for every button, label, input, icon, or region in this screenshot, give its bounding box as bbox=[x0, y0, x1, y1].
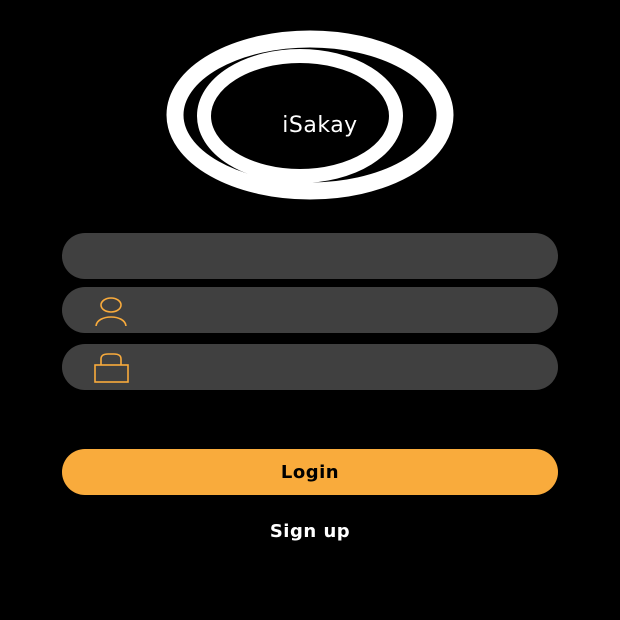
user-icon bbox=[94, 294, 132, 326]
username-field[interactable] bbox=[62, 287, 558, 333]
password-field[interactable] bbox=[62, 344, 558, 390]
login-button[interactable]: Login bbox=[62, 449, 558, 495]
app-logo: iSakay bbox=[165, 30, 455, 200]
top-field[interactable] bbox=[62, 233, 558, 279]
lock-icon bbox=[94, 351, 132, 383]
username-input[interactable] bbox=[140, 287, 558, 333]
signup-link[interactable]: Sign up bbox=[0, 521, 620, 542]
password-input[interactable] bbox=[140, 344, 558, 390]
app-name: iSakay bbox=[282, 113, 358, 138]
top-input[interactable] bbox=[140, 233, 558, 279]
